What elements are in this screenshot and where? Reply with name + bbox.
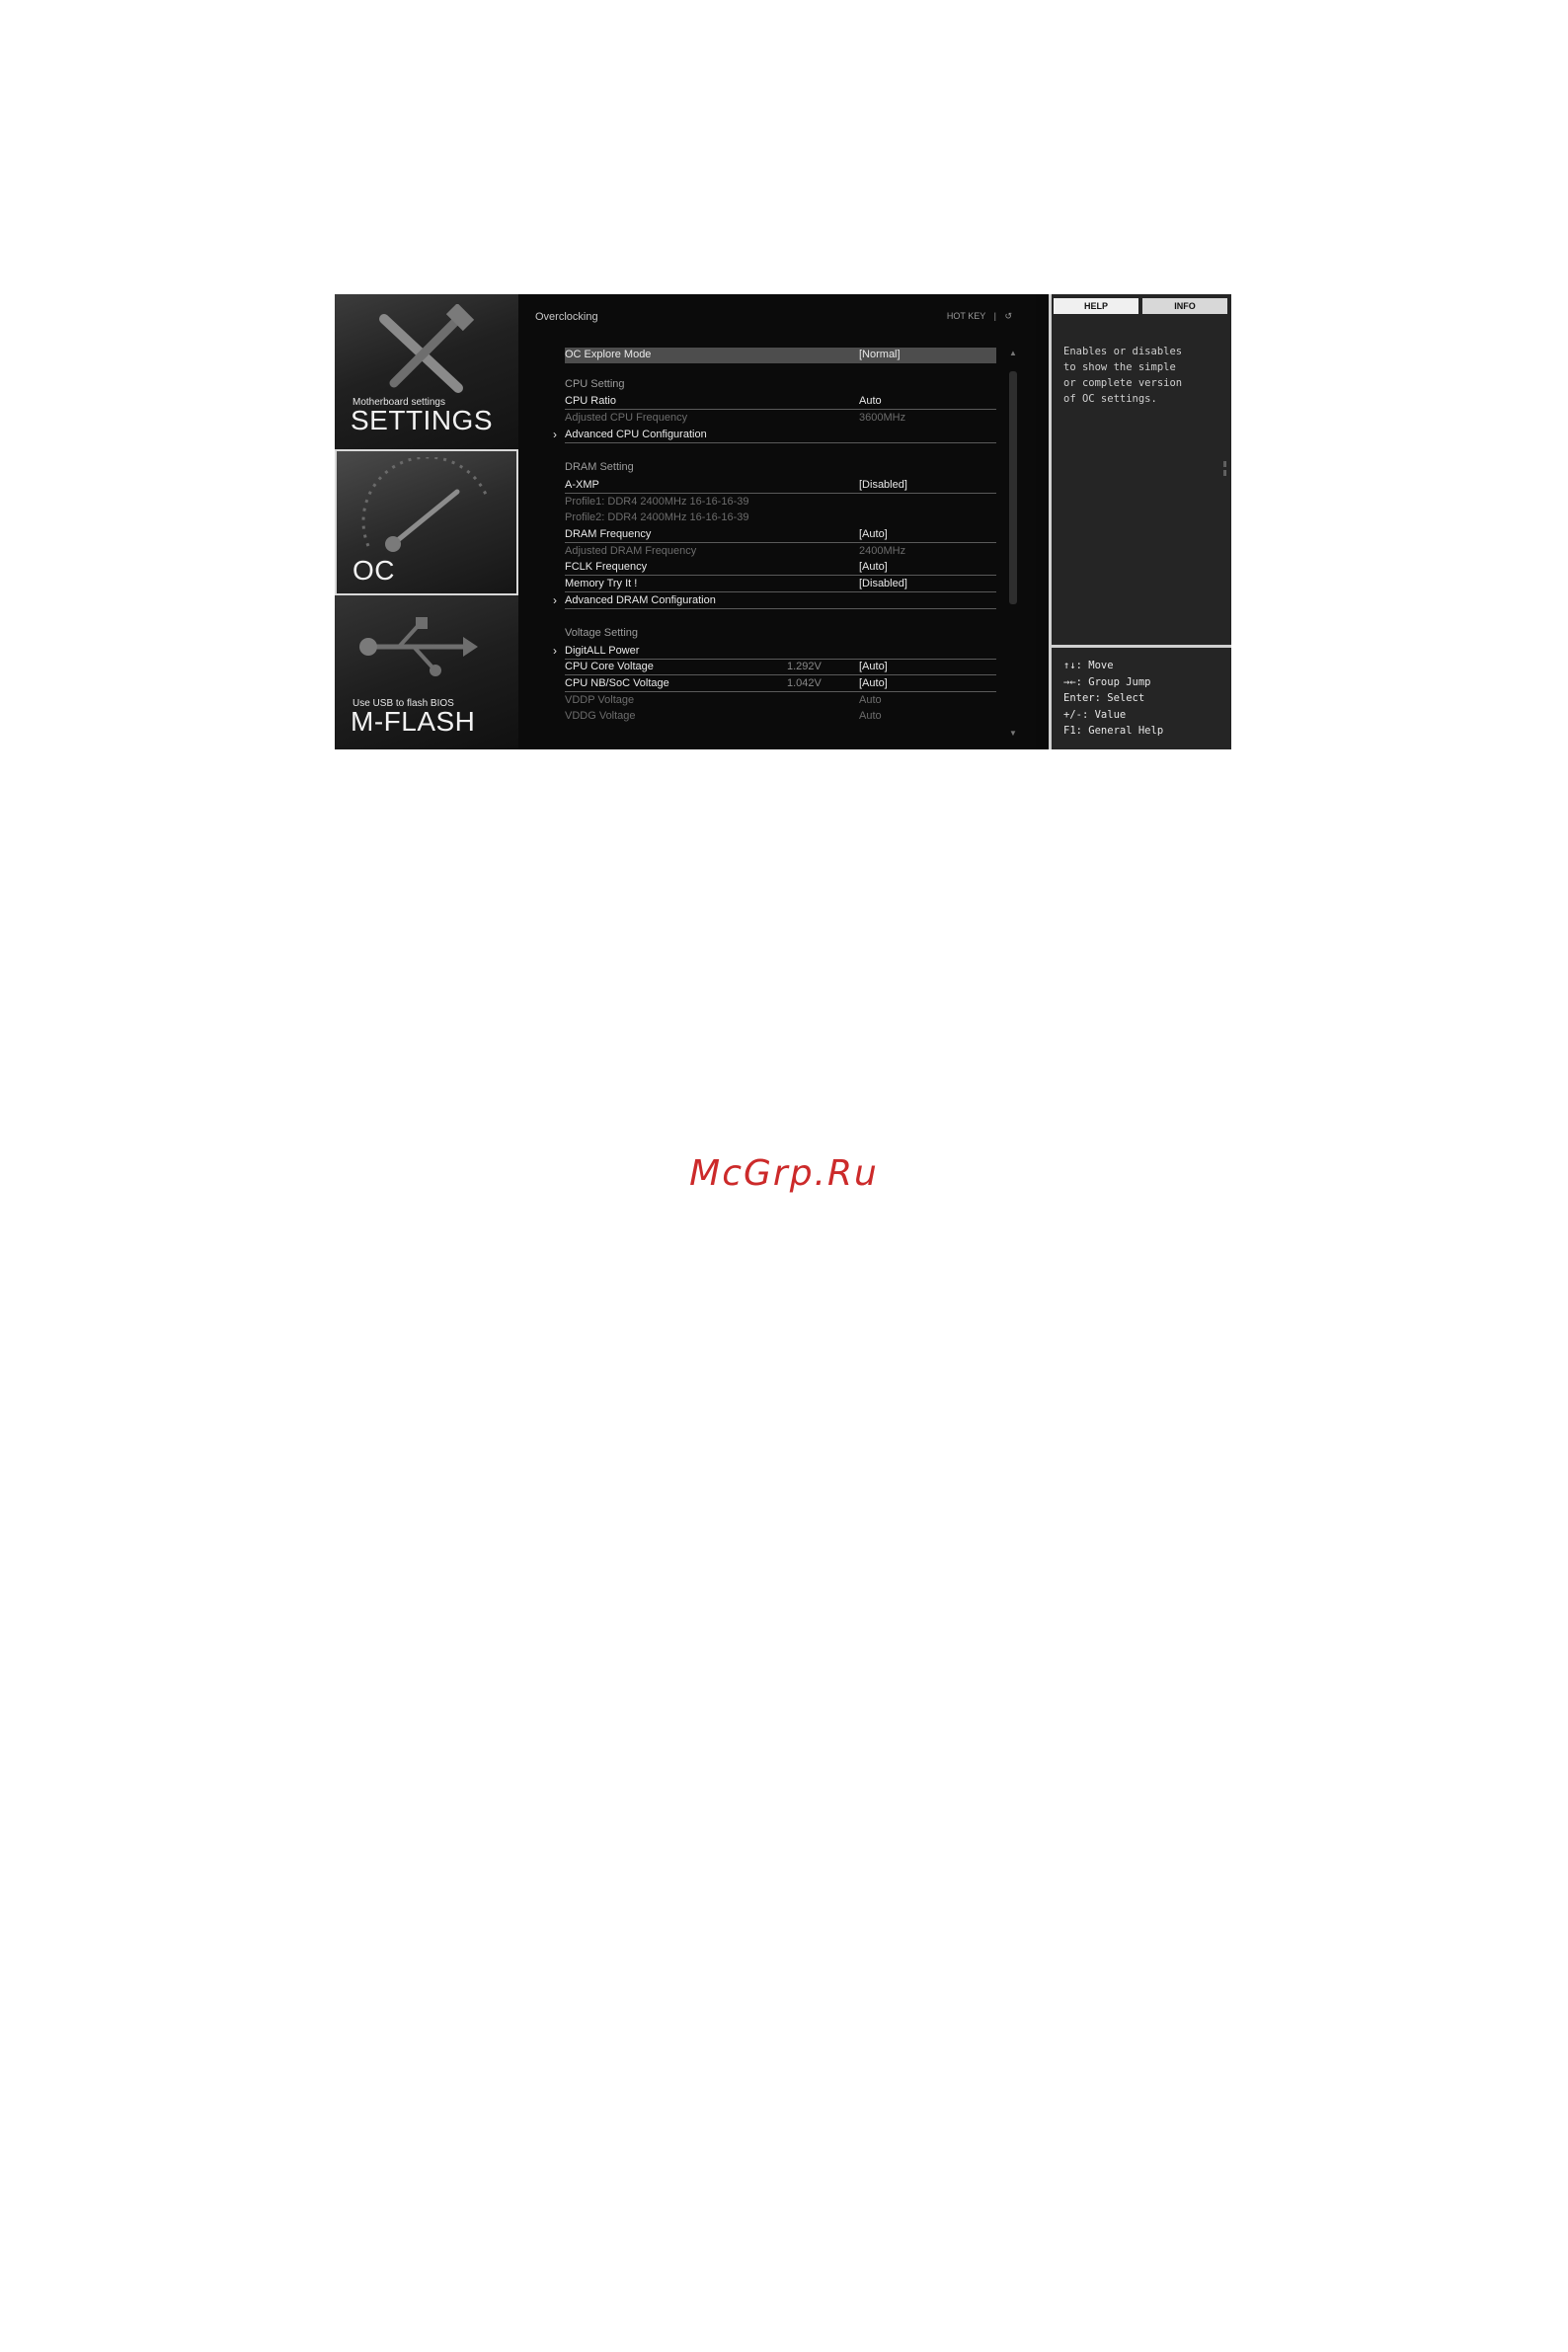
key-legend: ↑↓: Move →←: Group Jump Enter: Select +/… <box>1063 658 1163 740</box>
row-memory-try-it[interactable]: Memory Try It ! [Disabled] <box>565 577 996 592</box>
hotkey-separator: | <box>993 311 996 321</box>
submenu-arrow-icon: › <box>553 593 557 607</box>
help-divider <box>1052 645 1231 648</box>
row-value: 3600MHz <box>859 412 906 424</box>
row-advanced-dram-configuration[interactable]: › Advanced DRAM Configuration <box>553 593 996 609</box>
page-title: Overclocking <box>535 311 598 323</box>
row-label: A-XMP <box>565 479 599 491</box>
row-value: Auto <box>859 395 882 407</box>
row-value: Auto <box>859 694 882 706</box>
key-hint-help: F1: General Help <box>1063 725 1164 737</box>
section-cpu-setting: CPU Setting <box>565 378 625 390</box>
row-cpu-nb-soc-voltage[interactable]: CPU NB/SoC Voltage 1.042V [Auto] <box>565 676 996 692</box>
sidebar-tile-oc[interactable]: OC <box>335 449 518 595</box>
row-label: Memory Try It ! <box>565 578 638 589</box>
row-adjusted-cpu-frequency: Adjusted CPU Frequency 3600MHz <box>565 411 996 427</box>
row-advanced-cpu-configuration[interactable]: › Advanced CPU Configuration <box>553 428 996 443</box>
row-label: Adjusted CPU Frequency <box>565 412 688 424</box>
key-hint-move: ↑↓: Move <box>1063 660 1114 671</box>
row-adjusted-dram-frequency: Adjusted DRAM Frequency 2400MHz <box>565 544 996 560</box>
row-label: FCLK Frequency <box>565 561 648 573</box>
submenu-arrow-icon: › <box>553 428 557 441</box>
row-label: DigitALL Power <box>565 645 640 657</box>
sidebar-tile-mflash[interactable]: Use USB to flash BIOS M-FLASH <box>335 595 518 749</box>
row-profile2: Profile2: DDR4 2400MHz 16-16-16-39 <box>565 510 996 526</box>
section-voltage-setting: Voltage Setting <box>565 627 639 639</box>
row-label: CPU Core Voltage <box>565 661 654 672</box>
scroll-up-icon[interactable]: ▲ <box>1009 349 1017 357</box>
row-fclk-frequency[interactable]: FCLK Frequency [Auto] <box>565 560 996 576</box>
row-label: Profile1: DDR4 2400MHz 16-16-16-39 <box>565 496 749 508</box>
row-label: Advanced DRAM Configuration <box>565 594 716 606</box>
help-tabs: HELP INFO <box>1054 298 1229 314</box>
hotkey-area: HOT KEY | ↺ <box>941 311 1012 322</box>
row-label: Adjusted DRAM Frequency <box>565 545 697 557</box>
tab-help[interactable]: HELP <box>1054 298 1138 314</box>
row-reading: 1.042V <box>787 677 822 689</box>
row-dram-frequency[interactable]: DRAM Frequency [Auto] <box>565 527 996 543</box>
row-value: [Disabled] <box>859 578 907 589</box>
row-vddg-voltage: VDDG Voltage Auto <box>565 709 996 725</box>
row-cpu-core-voltage[interactable]: CPU Core Voltage 1.292V [Auto] <box>565 660 996 675</box>
help-description: Enables or disables to show the simple o… <box>1063 346 1183 405</box>
mflash-title: M-FLASH <box>351 706 476 737</box>
row-label: CPU NB/SoC Voltage <box>565 677 669 689</box>
bios-screenshot: Motherboard settings SETTINGS OC Use USB… <box>335 294 1231 749</box>
settings-panel: Overclocking HOT KEY | ↺ OC Explore Mode… <box>518 294 1036 749</box>
row-digitall-power[interactable]: › DigitALL Power <box>553 644 996 660</box>
gauge-icon <box>361 457 489 552</box>
row-label: CPU Ratio <box>565 395 616 407</box>
key-hint-value: +/-: Value <box>1063 708 1127 721</box>
watermark: McGrp.Ru <box>689 1153 879 1194</box>
row-a-xmp[interactable]: A-XMP [Disabled] <box>565 478 996 494</box>
row-label: OC Explore Mode <box>565 349 652 360</box>
key-hint-select: Enter: Select <box>1063 692 1145 704</box>
row-label: Advanced CPU Configuration <box>565 429 707 440</box>
row-value: Auto <box>859 710 882 722</box>
row-value: [Auto] <box>859 661 888 672</box>
settings-title: SETTINGS <box>351 405 494 435</box>
tab-info[interactable]: INFO <box>1142 298 1227 314</box>
help-panel: HELP INFO Enables or disables to show th… <box>1049 294 1231 749</box>
row-value: 2400MHz <box>859 545 906 557</box>
row-label: DRAM Frequency <box>565 528 652 540</box>
row-label: Profile2: DDR4 2400MHz 16-16-16-39 <box>565 511 749 523</box>
row-cpu-ratio[interactable]: CPU Ratio Auto <box>565 394 996 410</box>
row-value: [Normal] <box>859 349 901 360</box>
row-reading: 1.292V <box>787 661 822 672</box>
scrollbar[interactable] <box>1009 371 1017 604</box>
hotkey-button[interactable]: HOT KEY <box>947 311 985 321</box>
panel-handle-icon[interactable]: ‖‖ <box>1220 460 1229 478</box>
row-value: [Auto] <box>859 677 888 689</box>
sidebar-tile-settings[interactable]: Motherboard settings SETTINGS <box>335 294 518 449</box>
usb-icon <box>359 617 478 676</box>
row-value: [Disabled] <box>859 479 907 491</box>
row-vddp-voltage: VDDP Voltage Auto <box>565 693 996 709</box>
row-label: VDDG Voltage <box>565 710 636 722</box>
section-dram-setting: DRAM Setting <box>565 461 634 473</box>
key-hint-group-jump: →←: Group Jump <box>1063 675 1151 688</box>
oc-title: OC <box>353 555 395 586</box>
row-value: [Auto] <box>859 528 888 540</box>
row-oc-explore-mode[interactable]: OC Explore Mode [Normal] <box>565 348 996 363</box>
back-icon[interactable]: ↺ <box>1004 311 1012 321</box>
submenu-arrow-icon: › <box>553 644 557 658</box>
scroll-down-icon[interactable]: ▼ <box>1009 729 1017 738</box>
row-profile1: Profile1: DDR4 2400MHz 16-16-16-39 <box>565 495 996 510</box>
row-label: VDDP Voltage <box>565 694 635 706</box>
tools-icon <box>379 304 475 393</box>
row-value: [Auto] <box>859 561 888 573</box>
